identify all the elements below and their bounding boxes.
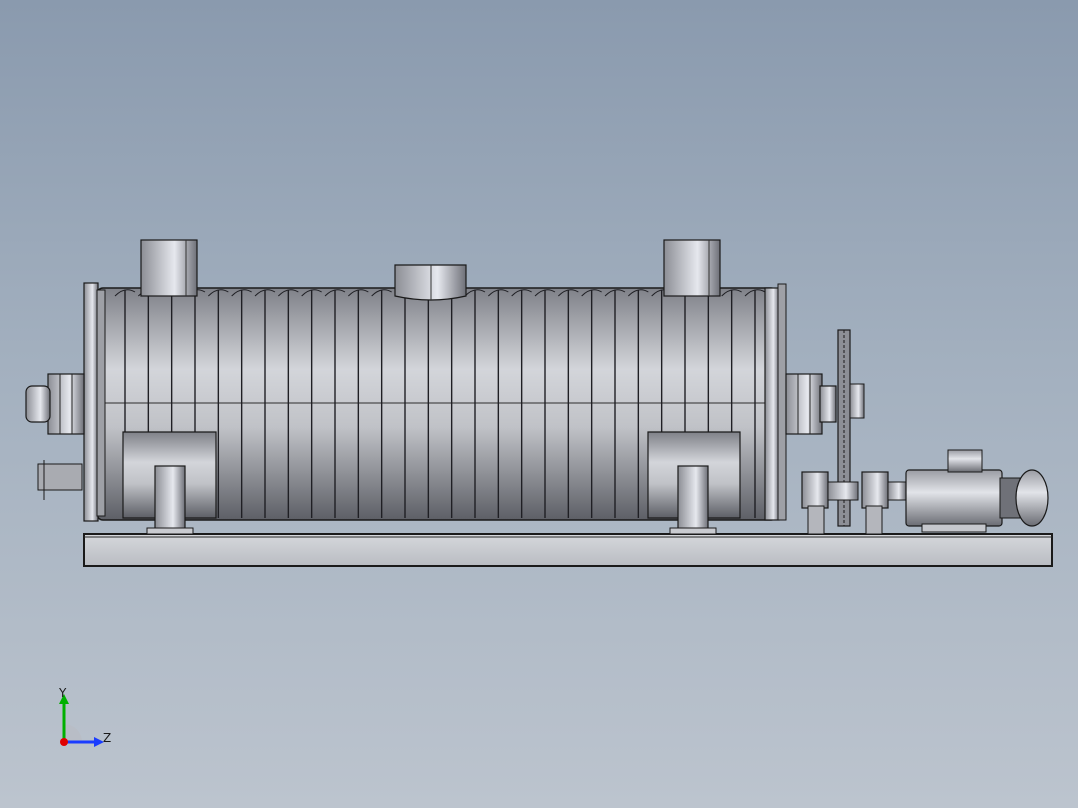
dryer-drum xyxy=(96,287,778,521)
base-frame xyxy=(83,533,1053,567)
right-end-flange xyxy=(764,283,787,521)
right-trunnion-bearing xyxy=(785,373,837,435)
z-axis-label: Z xyxy=(103,731,112,745)
gear-reducer xyxy=(801,471,907,535)
graphics-viewport[interactable]: Y Z xyxy=(0,0,1078,808)
left-end-flange xyxy=(83,282,106,522)
assembly-model[interactable] xyxy=(0,0,1078,808)
left-top-nozzle xyxy=(140,239,198,297)
view-orientation-triad[interactable]: Y Z xyxy=(44,684,114,758)
right-top-nozzle xyxy=(663,239,721,297)
y-axis-label: Y xyxy=(59,686,67,700)
left-trunnion-bearing xyxy=(25,373,85,500)
electric-motor xyxy=(905,449,1049,533)
center-top-nozzle xyxy=(394,264,467,301)
